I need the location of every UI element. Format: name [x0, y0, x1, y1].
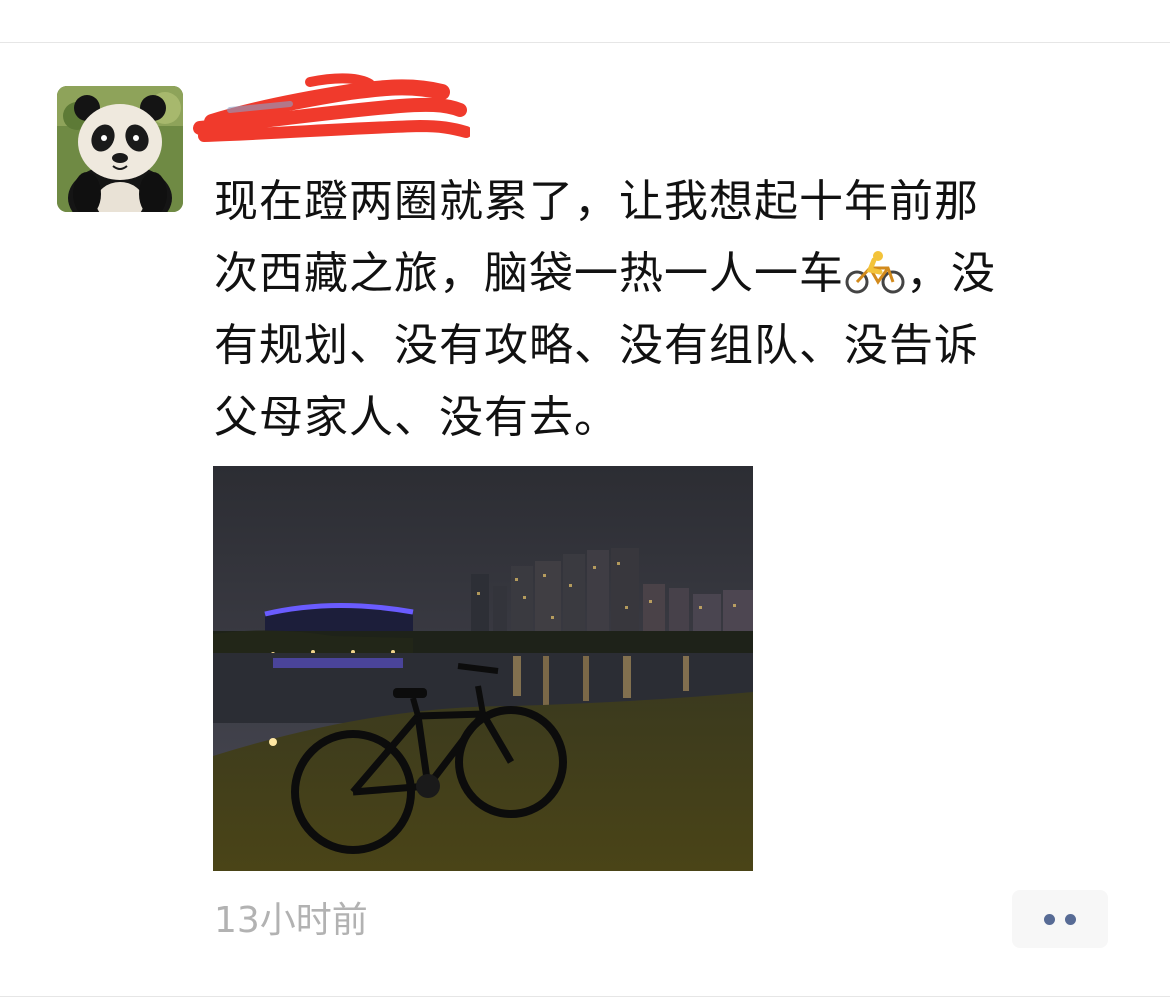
- moments-post: 现在蹬两圈就累了，让我想起十年前那 次西藏之旅，脑袋一热一人一车 ，没 有规划、…: [0, 0, 1170, 1000]
- post-text-line: 现在蹬两圈就累了，让我想起十年前那: [214, 176, 979, 227]
- avatar[interactable]: [57, 86, 183, 212]
- more-dots-icon: [1065, 914, 1076, 925]
- night-bike-photo: [213, 466, 753, 871]
- panda-avatar-image: [57, 86, 183, 212]
- post-timestamp: 13小时前: [214, 900, 368, 941]
- post-text: 现在蹬两圈就累了，让我想起十年前那 次西藏之旅，脑袋一热一人一车 ，没 有规划、…: [214, 166, 1114, 454]
- post-text-line: 父母家人、没有去。: [214, 392, 619, 443]
- more-dots-icon: [1044, 914, 1055, 925]
- post-photo[interactable]: [213, 466, 753, 871]
- bottom-divider: [0, 996, 1170, 997]
- post-text-segment: ，没: [906, 248, 996, 299]
- top-divider: [0, 42, 1170, 43]
- post-text-segment: 次西藏之旅，脑袋一热一人一车: [214, 248, 844, 299]
- bicyclist-icon: [844, 244, 906, 294]
- more-actions-button[interactable]: [1012, 890, 1108, 948]
- redaction-scribble: [193, 73, 470, 142]
- post-text-line: 有规划、没有攻略、没有组队、没告诉: [214, 320, 979, 371]
- post-text-line: 次西藏之旅，脑袋一热一人一车 ，没: [214, 238, 1114, 310]
